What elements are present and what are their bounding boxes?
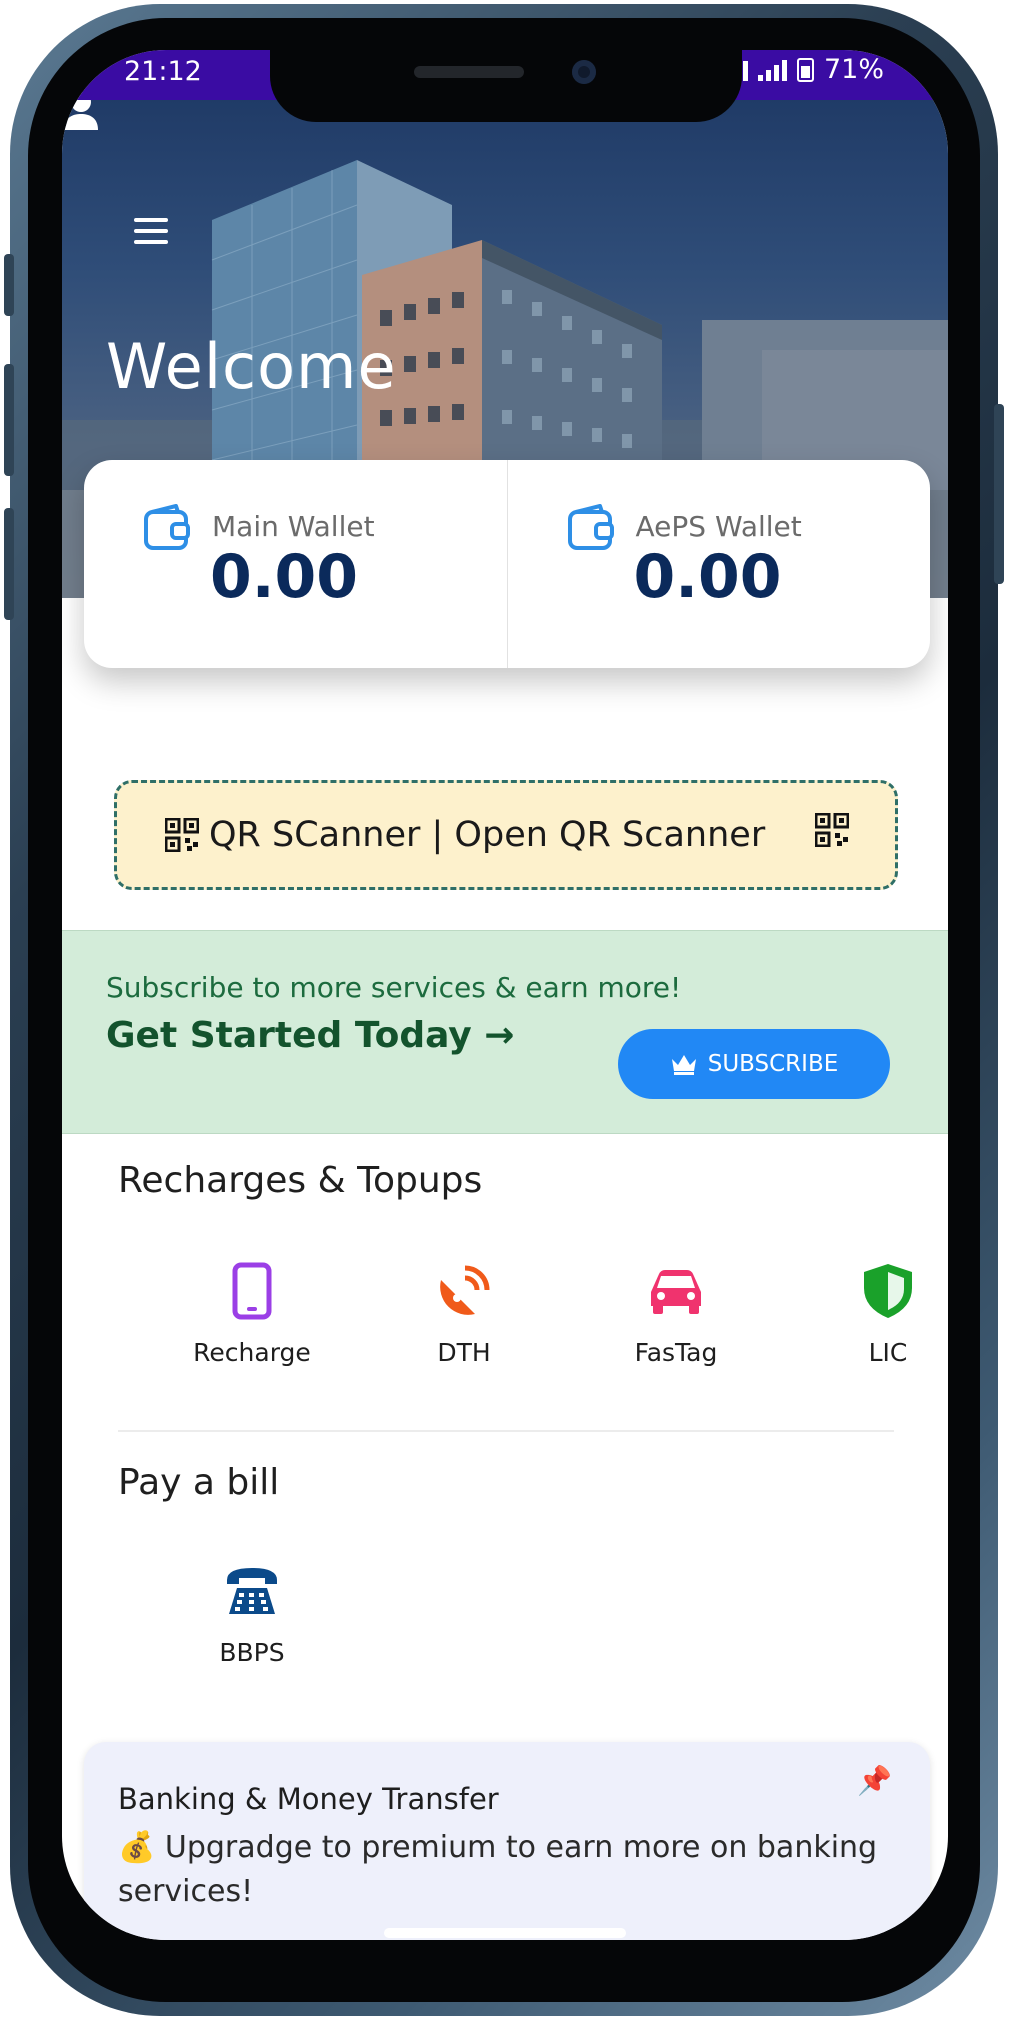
subscribe-button-label: SUBSCRIBE [707, 1051, 839, 1077]
tile-label: DTH [437, 1338, 491, 1367]
wallet-label: Main Wallet [212, 510, 375, 543]
qr-code-icon [815, 813, 849, 847]
camera-icon [572, 60, 596, 84]
wallet-icon [567, 504, 614, 550]
notch [270, 50, 742, 122]
pushpin-icon: 📌 [857, 1765, 892, 1796]
crown-icon [671, 1055, 696, 1075]
banking-message: 💰 Upgradge to premium to earn more on ba… [118, 1830, 878, 1909]
shield-icon [864, 1264, 912, 1318]
aeps-wallet[interactable]: AePS Wallet 0.00 [506, 460, 931, 668]
welcome-title: Welcome [106, 330, 397, 403]
main-wallet[interactable]: Main Wallet 0.00 [84, 460, 507, 668]
recharge-tile[interactable]: Recharge [152, 1262, 352, 1367]
car-icon [651, 1270, 701, 1314]
tile-label: LIC [868, 1338, 908, 1367]
wallet-icon [144, 504, 190, 550]
tile-label: Recharge [193, 1338, 311, 1367]
volume-up-button [4, 364, 14, 476]
banking-card[interactable]: Banking & Money Transfer 📌 💰 Upgradge to… [84, 1742, 930, 1940]
side-button [4, 254, 14, 316]
speaker-icon [414, 66, 524, 78]
qr-scanner-button[interactable]: QR SCanner | Open QR Scanner [114, 780, 898, 890]
hamburger-menu-icon[interactable] [134, 218, 168, 251]
section-divider [118, 1430, 894, 1432]
signal-icon [757, 59, 787, 81]
power-button [994, 404, 1004, 584]
wallet-label: AePS Wallet [635, 510, 802, 543]
wallet-balance: 0.00 [210, 542, 359, 612]
lic-tile[interactable]: LIC [788, 1262, 948, 1367]
get-started-link[interactable]: Get Started Today → [106, 1015, 514, 1056]
subscribe-banner: Subscribe to more services & earn more! … [62, 930, 948, 1134]
tile-label: BBPS [219, 1638, 285, 1667]
subscribe-button[interactable]: SUBSCRIBE [618, 1029, 890, 1099]
bbps-tile[interactable]: BBPS [152, 1562, 352, 1667]
qr-scanner-label: QR SCanner | Open QR Scanner [209, 815, 766, 855]
screen: 21:12 71% Welcome Main Wallet 0.00 AePS … [62, 50, 948, 1940]
telephone-icon [227, 1568, 277, 1614]
status-icons: 71% [742, 54, 884, 85]
battery-icon [796, 57, 814, 82]
wallet-balance: 0.00 [633, 542, 782, 612]
tile-label: FasTag [634, 1338, 718, 1367]
signal-icon [742, 59, 748, 81]
fastag-tile[interactable]: FasTag [576, 1262, 776, 1367]
mobile-phone-icon [232, 1262, 272, 1320]
recharges-section-title: Recharges & Topups [118, 1160, 483, 1201]
home-indicator[interactable] [384, 1928, 626, 1938]
volume-down-button [4, 508, 14, 620]
qr-code-icon [165, 818, 199, 852]
subscribe-tagline: Subscribe to more services & earn more! [106, 971, 682, 1004]
satellite-dish-icon [440, 1265, 490, 1315]
wallet-card: Main Wallet 0.00 AePS Wallet 0.00 [84, 460, 930, 668]
battery-level: 71% [823, 54, 884, 85]
pay-bill-section-title: Pay a bill [118, 1462, 280, 1503]
banking-title: Banking & Money Transfer [118, 1782, 499, 1816]
status-time: 21:12 [124, 56, 202, 87]
dth-tile[interactable]: DTH [364, 1262, 564, 1367]
